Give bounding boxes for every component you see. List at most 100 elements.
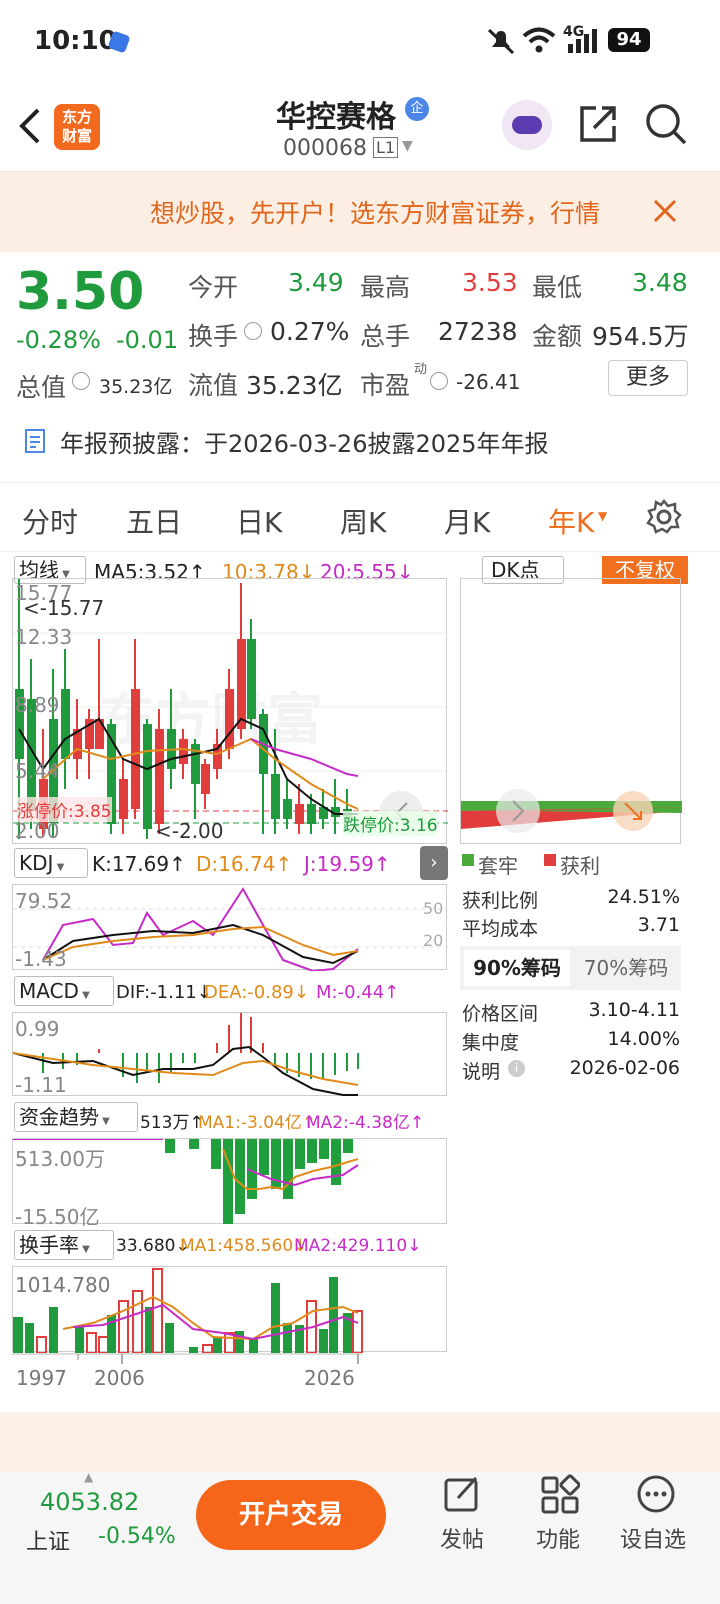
battery-icon: 94 xyxy=(608,28,650,52)
kdj-level-50: 50 xyxy=(423,899,444,918)
function-label[interactable]: 功能 xyxy=(536,1522,580,1554)
fund-selector[interactable]: 资金趋势 ▼ xyxy=(14,1102,138,1132)
y-label-3: 8.89 xyxy=(15,693,60,717)
tab-daily-k[interactable]: 日K xyxy=(236,501,282,541)
turnover-label: 换手 xyxy=(188,322,239,351)
candle-panel[interactable]: 东方财富 15.77 12.33 8.89 5.44 2.00 <-15.77 … xyxy=(12,578,448,844)
apps-icon[interactable] xyxy=(540,1474,580,1514)
open-value: 3.49 xyxy=(288,268,344,297)
kdj-y-max: 79.52 xyxy=(15,889,73,913)
turnover-panel[interactable]: 1014.780 xyxy=(12,1266,447,1353)
float-label: 流值 xyxy=(188,371,239,400)
x-label-mid: 2006 xyxy=(94,1366,145,1390)
chip-range-label: 价格区间 xyxy=(462,1003,539,1025)
macd-panel[interactable]: 0.99 -1.11 xyxy=(12,1012,447,1097)
bottom-action-bar: ▲ 4053.82 上证 -0.54% 开户交易 发帖 功能 设自选 xyxy=(0,1470,720,1604)
index-change[interactable]: -0.54% xyxy=(98,1524,176,1549)
quote-panel: 3.50 -0.28% -0.01 总值 35.23亿 今开 3.49 最高 3… xyxy=(0,252,720,482)
tab-intraday[interactable]: 分时 xyxy=(22,501,78,541)
macd-y-min: -1.11 xyxy=(15,1073,67,1097)
y-label-min: 2.00 xyxy=(15,819,60,843)
wifi-icon xyxy=(522,27,556,53)
stock-header: 东方 财富 华控赛格 企 000068 L1 ▼ xyxy=(0,80,720,172)
tab-weekly-k[interactable]: 周K xyxy=(340,501,386,541)
macd-m: M:-0.44↑ xyxy=(316,982,400,1003)
settings-icon[interactable] xyxy=(646,499,682,535)
turnover-selector-label: 换手率 xyxy=(19,1233,79,1257)
chevron-right-icon[interactable]: › xyxy=(420,846,448,880)
share-icon[interactable] xyxy=(576,102,620,146)
float-value: 35.23亿 xyxy=(246,371,343,400)
turnover-value: 0.27% xyxy=(270,317,350,346)
report-notice[interactable]: 年报预披露：于2026-03-26披露2025年年报 xyxy=(60,424,549,459)
pe-value: -26.41 xyxy=(456,370,521,394)
max-marker: <-15.77 xyxy=(23,596,105,620)
brand-logo: 东方 财富 xyxy=(54,104,100,150)
turnover-value: 33.680↓ xyxy=(116,1236,190,1256)
period-tabs: 分时 五日 日K 周K 月K 年K ▼ xyxy=(0,482,720,552)
pe-label: 市盈 xyxy=(360,371,411,400)
macd-dea: DEA:-0.89↓ xyxy=(204,982,309,1003)
macd-y-max: 0.99 xyxy=(15,1017,60,1041)
chip-avg-cost-label: 平均成本 xyxy=(462,918,539,940)
fund-value: 513万↑ xyxy=(140,1113,204,1133)
kdj-panel[interactable]: 79.52 -1.43 50 20 xyxy=(12,884,448,971)
chevron-down-icon[interactable]: ▼ xyxy=(402,138,413,154)
turnover-ma1: MA1:458.560↓ xyxy=(180,1236,308,1256)
macd-selector[interactable]: MACD ▼ xyxy=(14,976,114,1006)
info-icon[interactable]: i xyxy=(508,1060,525,1077)
info-icon[interactable] xyxy=(72,372,90,390)
tab-chip-90[interactable]: 90%筹码 xyxy=(464,950,570,986)
status-bar: 10:10 4G 94 xyxy=(0,0,720,80)
stock-code: 000068 xyxy=(283,136,367,161)
profit-legend-swatch xyxy=(544,854,556,866)
post-label[interactable]: 发帖 xyxy=(440,1522,484,1554)
open-label: 今开 xyxy=(188,273,239,302)
trap-legend: 套牢 xyxy=(478,854,518,878)
tab-yearly-k[interactable]: 年K xyxy=(548,501,594,541)
back-icon[interactable] xyxy=(16,106,42,146)
info-icon[interactable] xyxy=(430,372,448,390)
trap-legend-swatch xyxy=(462,854,474,866)
amount-label: 金额 xyxy=(532,322,583,351)
more-dots-icon[interactable] xyxy=(636,1474,676,1514)
kdj-y-min: -1.43 xyxy=(15,947,67,971)
index-value[interactable]: 4053.82 xyxy=(40,1488,139,1516)
kdj-d: D:16.74↑ xyxy=(196,852,293,876)
chip-distribution-panel[interactable] xyxy=(460,578,682,844)
chevron-up-icon[interactable]: ▲ xyxy=(84,1470,93,1484)
high-label: 最高 xyxy=(360,273,411,302)
chip-profit-ratio-value: 24.51% xyxy=(607,886,680,908)
index-name[interactable]: 上证 xyxy=(26,1524,70,1556)
mcap-label: 总值 xyxy=(16,373,67,402)
info-icon[interactable] xyxy=(244,322,262,340)
limit-down-label: 跌停价:3.16 xyxy=(343,811,438,836)
promo-banner[interactable]: 想炒股，先开户！选东方财富证券，行情 xyxy=(0,172,720,252)
turnover-y-max: 1014.780 xyxy=(15,1273,111,1297)
amount-value: 954.5万 xyxy=(592,322,689,351)
profit-legend: 获利 xyxy=(560,854,600,878)
fund-panel[interactable]: 513.00万 -15.50亿 xyxy=(12,1138,447,1229)
assistant-avatar[interactable] xyxy=(502,100,552,150)
tab-monthly-k[interactable]: 月K xyxy=(444,501,490,541)
search-icon[interactable] xyxy=(644,102,688,146)
turnover-selector[interactable]: 换手率 ▼ xyxy=(14,1230,114,1260)
macd-dif: DIF:-1.11↓ xyxy=(116,982,212,1003)
more-button[interactable]: 更多 xyxy=(608,360,688,396)
edit-icon[interactable] xyxy=(442,1474,482,1514)
fund-ma1: MA1:-3.04亿↑ xyxy=(198,1113,317,1133)
chevron-down-icon[interactable]: ▼ xyxy=(598,509,607,523)
kdj-selector-label: KDJ xyxy=(19,851,54,875)
add-watchlist-label[interactable]: 设自选 xyxy=(620,1522,686,1554)
high-value: 3.53 xyxy=(462,268,518,297)
status-time: 10:10 xyxy=(34,26,117,56)
chip-tabs: 90%筹码 70%筹码 xyxy=(460,946,681,990)
tab-chip-70[interactable]: 70%筹码 xyxy=(574,950,678,986)
fund-ma2: MA2:-4.38亿↑ xyxy=(306,1113,425,1133)
close-icon[interactable] xyxy=(652,198,678,224)
kdj-selector[interactable]: KDJ ▼ xyxy=(14,848,88,878)
open-account-button[interactable]: 开户交易 xyxy=(196,1480,386,1550)
tab-five-day[interactable]: 五日 xyxy=(126,501,182,541)
chip-svg xyxy=(461,789,682,833)
kdj-j: J:19.59↑ xyxy=(304,852,391,876)
